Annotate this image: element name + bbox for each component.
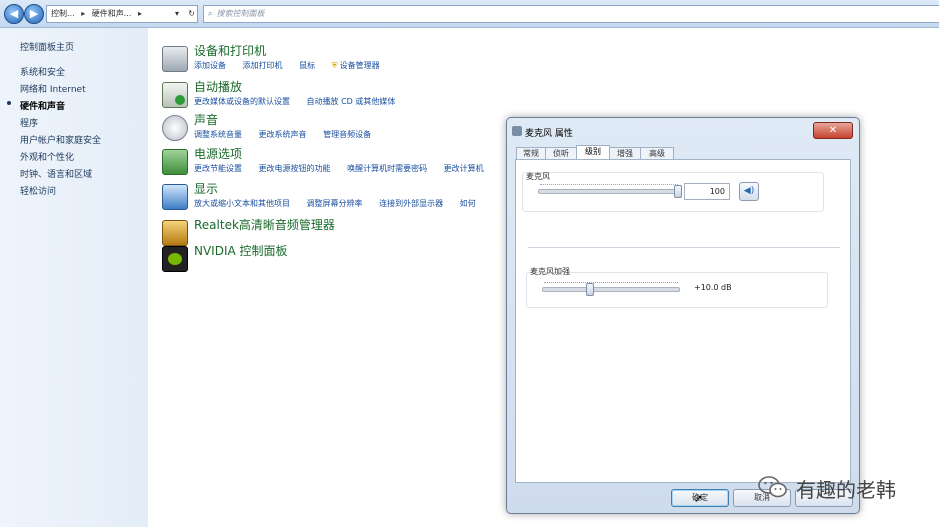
play-badge-icon [175,95,185,105]
link-how[interactable]: 如何 [460,199,476,208]
realtek-icon[interactable] [162,220,188,246]
sidebar-item-user-accounts[interactable]: 用户帐户和家庭安全 [20,133,101,146]
link-change-computer[interactable]: 更改计算机 [444,164,484,173]
forward-button[interactable]: ▶ [24,4,44,24]
levels-panel: 麦克风 100 ◀) 麦克风加强 +10.0 dB [515,159,851,483]
address-bar: ◀ ▶ 控制... ▸ 硬件和声... ▸ ▾ ↻ ⌕ 搜索控制面板 [0,0,939,28]
mic-value-field[interactable]: 100 [684,183,730,200]
search-input[interactable]: ⌕ 搜索控制面板 [203,5,939,23]
link-autoplay-cd[interactable]: 自动播放 CD 或其他媒体 [307,97,396,106]
dialog-title: 麦克风 属性 [525,129,573,139]
nvidia-eye-icon [168,253,182,265]
link-power-settings[interactable]: 更改节能设置 [194,164,242,173]
boost-value: +10.0 dB [694,283,732,292]
sidebar-item-network[interactable]: 网络和 Internet [20,82,86,95]
boost-slider-ticks [544,282,678,286]
mic-value: 100 [709,187,725,196]
link-add-device[interactable]: 添加设备 [194,61,226,70]
close-button[interactable]: ✕ [813,122,853,139]
category-title[interactable]: 声音 [194,111,218,128]
link-change-sounds[interactable]: 更改系统声音 [259,130,307,139]
link-device-manager[interactable]: 设备管理器 [340,61,380,70]
sidebar-item-clock-region[interactable]: 时钟、语言和区域 [20,167,92,180]
breadcrumb[interactable]: 控制... ▸ 硬件和声... ▸ ▾ ↻ [46,5,198,23]
sidebar-item-programs[interactable]: 程序 [20,116,38,129]
active-bullet-icon [7,101,11,105]
boost-slider-track[interactable] [542,287,680,292]
dropdown-arrow-icon[interactable]: ▾ [175,6,179,22]
mute-toggle-button[interactable]: ◀) [739,182,759,201]
speaker-icon[interactable] [162,115,188,141]
link-add-printer[interactable]: 添加打印机 [243,61,283,70]
search-icon: ⌕ [208,9,213,18]
category-title[interactable]: 设备和打印机 [194,42,266,59]
category-title[interactable]: NVIDIA 控制面板 [194,242,288,259]
battery-icon[interactable] [162,149,188,175]
breadcrumb-separator-icon: ▸ [137,9,142,18]
mic-label: 麦克风 [526,172,550,181]
breadcrumb-item[interactable]: 控制... [51,9,75,18]
shield-icon: ⛨ [331,61,338,70]
refresh-icon[interactable]: ↻ [188,6,195,22]
microphone-properties-dialog: 麦克风 属性 ✕ 常规 侦听 级别 增强 高级 麦克风 100 ◀) 麦克风加强… [506,117,860,514]
category-title[interactable]: Realtek高清晰音频管理器 [194,216,335,233]
mic-slider-track[interactable] [538,189,680,194]
link-power-button[interactable]: 更改电源按钮的功能 [259,164,331,173]
search-placeholder: 搜索控制面板 [216,9,265,18]
link-adjust-volume[interactable]: 调整系统音量 [194,130,242,139]
watermark-text: 有趣的老韩 [796,478,896,502]
wechat-logo-icon [758,476,787,498]
back-button[interactable]: ◀ [4,4,24,24]
breadcrumb-separator-icon: ▸ [81,9,86,18]
sidebar-item-appearance[interactable]: 外观和个性化 [20,150,74,163]
sidebar-item-home[interactable]: 控制面板主页 [20,40,74,53]
boost-label: 麦克风加强 [530,267,570,276]
speaker-icon: ◀) [743,186,755,196]
link-mouse[interactable]: 鼠标 [299,61,315,70]
microphone-icon [512,126,522,136]
category-title[interactable]: 显示 [194,180,218,197]
divider [528,247,840,248]
monitor-icon[interactable] [162,184,188,210]
sidebar-item-security[interactable]: 系统和安全 [20,65,65,78]
breadcrumb-item[interactable]: 硬件和声... [92,9,132,18]
printer-icon[interactable] [162,46,188,72]
sidebar-item-ease-of-access[interactable]: 轻松访问 [20,184,56,197]
link-resolution[interactable]: 调整屏幕分辨率 [307,199,363,208]
mouse-cursor-icon: ➚ [694,492,704,505]
boost-value-field: +10.0 dB [688,280,788,295]
category-title[interactable]: 自动播放 [194,78,242,95]
category-title[interactable]: 电源选项 [194,145,242,162]
nvidia-icon[interactable] [162,246,188,272]
link-change-defaults[interactable]: 更改媒体或设备的默认设置 [194,97,290,106]
link-text-size[interactable]: 放大或缩小文本和其他项目 [194,199,290,208]
autoplay-icon[interactable] [162,82,188,108]
mic-slider-thumb[interactable] [674,185,682,198]
sidebar-item-hardware-sound[interactable]: 硬件和声音 [20,99,65,112]
link-manage-audio[interactable]: 管理音频设备 [323,130,371,139]
sidebar: 控制面板主页 系统和安全 网络和 Internet 硬件和声音 程序 用户帐户和… [0,28,148,527]
mic-slider-ticks [540,184,678,188]
link-external-display[interactable]: 连接到外部显示器 [379,199,443,208]
boost-slider-thumb[interactable] [585,283,594,296]
link-wake-password[interactable]: 唤醒计算机时需要密码 [347,164,427,173]
watermark: 有趣的老韩 [758,470,928,504]
